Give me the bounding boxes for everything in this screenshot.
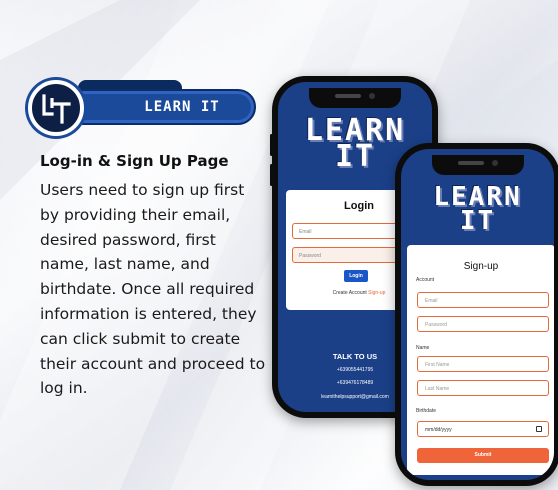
signup-phone-mockup: LEARN IT Sign-up Account Email Password … xyxy=(395,143,558,486)
signup-screen: LEARN IT Sign-up Account Email Password … xyxy=(401,149,554,480)
account-label: Account xyxy=(416,277,435,283)
submit-button[interactable]: Submit xyxy=(417,448,549,463)
section-description: Users need to sign up first by providing… xyxy=(40,181,266,398)
calendar-icon[interactable] xyxy=(536,426,542,432)
signup-card: Sign-up Account Email Password Name Firs… xyxy=(407,245,554,475)
section-title: Log-in & Sign Up Page xyxy=(40,152,229,170)
lit-logo-icon xyxy=(28,80,84,136)
phone-side-button xyxy=(270,134,273,156)
phone-notch xyxy=(309,88,401,108)
last-name-input[interactable]: Last Name xyxy=(417,380,549,396)
birthdate-placeholder: mm/dd/yyyy xyxy=(425,427,452,433)
login-button[interactable]: Login xyxy=(344,270,368,282)
first-name-input[interactable]: First Name xyxy=(417,356,549,372)
phone-notch xyxy=(431,155,524,175)
lit-logo-mark xyxy=(42,94,71,124)
create-account-text: Create Account xyxy=(332,290,367,296)
badge-title: LEARN IT xyxy=(144,99,220,115)
phone-side-button xyxy=(270,164,273,186)
signup-link[interactable]: Sign-up xyxy=(368,290,385,296)
name-label: Name xyxy=(416,345,430,351)
birthdate-label: Birthdate xyxy=(416,408,437,414)
brand-badge: LEARN IT xyxy=(56,89,256,125)
signup-title: Sign-up xyxy=(463,261,499,272)
brand-line-2: IT xyxy=(459,206,496,236)
birthdate-input[interactable]: mm/dd/yyyy xyxy=(417,421,549,437)
signup-brand-logo: LEARN IT xyxy=(401,184,554,236)
signup-password-input[interactable]: Password xyxy=(417,316,549,332)
signup-email-input[interactable]: Email xyxy=(417,292,549,308)
